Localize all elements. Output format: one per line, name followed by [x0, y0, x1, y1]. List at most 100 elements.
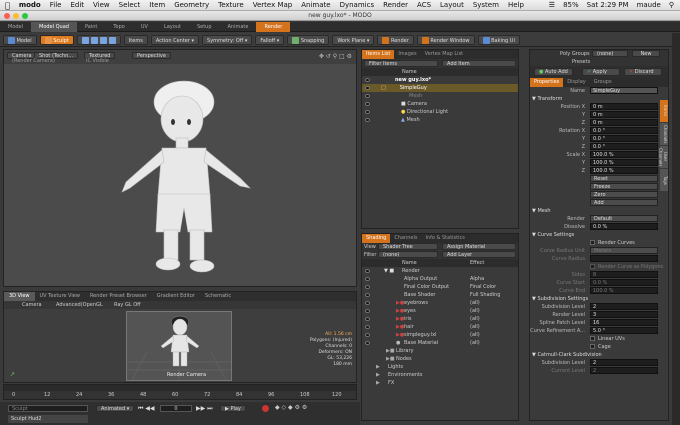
tab-vertex-map-list[interactable]: Vertex Map List — [421, 50, 468, 59]
scale-y-field[interactable]: 100.0 % — [590, 159, 658, 166]
visibility-eye-icon[interactable] — [365, 109, 370, 114]
table-row[interactable]: ▶■ Library — [362, 347, 518, 355]
table-row[interactable]: ▼ ■ Render — [362, 267, 518, 275]
lower-camera-menu[interactable]: Camera — [22, 302, 42, 308]
battery-label[interactable]: 85% — [563, 1, 579, 9]
menu-vertex-map[interactable]: Vertex Map — [253, 1, 293, 9]
record-icon[interactable] — [262, 405, 269, 412]
search-icon[interactable]: ⚲ — [669, 1, 674, 9]
timeline[interactable]: 0 12 24 36 48 60 72 84 96 108 120 — [3, 384, 357, 400]
lower-shading-menu[interactable]: Advanced(OpenGL — [56, 302, 103, 308]
list-item[interactable]: ■ Camera — [362, 100, 518, 108]
falloff-button[interactable]: Falloff ▾ — [255, 34, 285, 45]
playback-controls[interactable]: ⏮ ◀◀ — [138, 405, 155, 413]
menu-render[interactable]: Render — [383, 1, 408, 9]
add-item-dropdown[interactable]: Add Item — [442, 60, 516, 67]
list-item[interactable]: ▲ Mesh — [362, 116, 518, 124]
visibility-eye-icon[interactable] — [365, 117, 370, 122]
sculpt-search-input[interactable]: Sculpt — [8, 405, 88, 412]
side-tab-items[interactable]: Items — [660, 100, 668, 122]
tab-uv[interactable]: UV — [133, 22, 156, 32]
table-row[interactable]: ▶■ Nodes — [362, 355, 518, 363]
spline-patch-field[interactable]: 16 — [590, 319, 658, 326]
step-forward-icon[interactable]: ▶▶ ⏭ — [196, 405, 213, 413]
tab-model[interactable]: Model — [0, 22, 31, 32]
tab-layout[interactable]: Layout — [156, 22, 189, 32]
perspective-viewport[interactable]: Camera Shot (Techn... Textured Perspecti… — [3, 49, 357, 287]
table-row[interactable]: ▶ Environments — [362, 371, 518, 379]
apply-button[interactable]: ✓ Apply — [582, 68, 620, 76]
side-tab-tags[interactable]: Tags — [660, 169, 668, 191]
key-icons[interactable]: ◆ ◇ ◆ ⚙ ⚙ — [275, 404, 307, 411]
position-y-field[interactable]: 0 m — [590, 111, 658, 118]
rotation-y-field[interactable]: 0.0 ° — [590, 135, 658, 142]
curve-end-field[interactable]: 100.0 % — [590, 287, 658, 294]
table-row[interactable]: ▶● eyes (all) — [362, 307, 518, 315]
list-item[interactable]: □ SimpleGuy — [362, 84, 518, 92]
poly-groups-dropdown[interactable]: (none) — [592, 50, 628, 57]
discard-button[interactable]: ✕ Discard — [624, 68, 662, 76]
visibility-eye-icon[interactable] — [365, 340, 370, 345]
cc-current-field[interactable]: 2 — [590, 367, 658, 374]
tab-render-preset-browser[interactable]: Render Preset Browser — [85, 292, 152, 301]
render-button[interactable]: Render — [377, 34, 414, 45]
visibility-eye-icon[interactable] — [365, 77, 370, 82]
user-label[interactable]: maude — [637, 1, 661, 9]
tab-model-quad[interactable]: Model Quad — [31, 21, 77, 32]
table-row[interactable]: ▶● eyebrows (all) — [362, 299, 518, 307]
tab-display[interactable]: Display — [563, 78, 589, 87]
menu-view[interactable]: View — [93, 1, 110, 9]
rotation-x-field[interactable]: 0.0 ° — [590, 127, 658, 134]
tab-channels[interactable]: Channels — [390, 234, 421, 243]
tab-gradient-editor[interactable]: Gradient Editor — [152, 292, 200, 301]
menu-system[interactable]: System — [473, 1, 499, 9]
visibility-eye-icon[interactable] — [365, 324, 370, 329]
zero-button[interactable]: Zero — [590, 191, 658, 198]
render-level-field[interactable]: 3 — [590, 311, 658, 318]
symmetry-button[interactable]: Symmetry: Off ▾ — [202, 34, 253, 45]
filter-dropdown[interactable]: (none) — [378, 251, 438, 258]
visibility-eye-icon[interactable] — [365, 292, 370, 297]
curve-settings-section[interactable]: ▼ Curve Settings — [530, 231, 668, 239]
work-plane-button[interactable]: Work Plane ▾ — [332, 34, 375, 45]
table-row[interactable]: Final Color Output Final Color — [362, 283, 518, 291]
menu-file[interactable]: File — [50, 1, 62, 9]
visibility-eye-icon[interactable] — [365, 101, 370, 106]
visibility-eye-icon[interactable] — [365, 268, 370, 273]
zoom-window-icon[interactable] — [22, 13, 28, 19]
table-row[interactable]: Base Shader Full Shading — [362, 291, 518, 299]
filter-items-dropdown[interactable]: Filter Items — [364, 60, 438, 67]
play-button[interactable]: ▶ Play — [220, 405, 246, 412]
curve-radius-unit-dropdown[interactable]: Meters — [590, 247, 658, 254]
viewport-nav-icons[interactable]: ✥ ↺ ⚲ □ ⚙ — [319, 53, 352, 60]
tab-items-list[interactable]: Items List — [362, 50, 395, 59]
selection-mode-buttons[interactable] — [76, 34, 121, 45]
character-model[interactable] — [4, 64, 356, 286]
table-row[interactable]: ▶ Lights — [362, 363, 518, 371]
menu-select[interactable]: Select — [119, 1, 141, 9]
clock-label[interactable]: Sat 2:29 PM — [587, 1, 629, 9]
tab-schematic[interactable]: Schematic — [200, 292, 236, 301]
linear-uvs-checkbox[interactable] — [590, 336, 595, 341]
tab-animate[interactable]: Animate — [220, 22, 257, 32]
menu-animate[interactable]: Animate — [301, 1, 330, 9]
wifi-icon[interactable]: ☰ — [549, 1, 555, 9]
scale-x-field[interactable]: 100.0 % — [590, 151, 658, 158]
position-z-field[interactable]: 0 m — [590, 119, 658, 126]
visibility-eye-icon[interactable] — [365, 284, 370, 289]
baking-ui-button[interactable]: Baking UI — [477, 34, 520, 45]
apple-icon[interactable]:  — [5, 1, 10, 10]
tab-shading[interactable]: Shading — [362, 234, 391, 243]
snapping-button[interactable]: Snapping — [287, 34, 330, 45]
list-item[interactable]: Mesh — [362, 92, 518, 100]
tab-3d-view[interactable]: 3D View — [4, 292, 35, 301]
menu-dynamics[interactable]: Dynamics — [340, 1, 375, 9]
render-curves-checkbox[interactable] — [590, 240, 595, 245]
tab-uv-texture-view[interactable]: UV Texture View — [35, 292, 85, 301]
freeze-button[interactable]: Freeze — [590, 183, 658, 190]
side-tab-channels[interactable]: Channels — [660, 123, 668, 145]
tab-setup[interactable]: Setup — [189, 22, 220, 32]
visibility-eye-icon[interactable] — [365, 93, 370, 98]
shader-tree-dropdown[interactable]: Shader Tree — [378, 243, 438, 250]
render-window-button[interactable]: Render Window — [416, 34, 475, 45]
